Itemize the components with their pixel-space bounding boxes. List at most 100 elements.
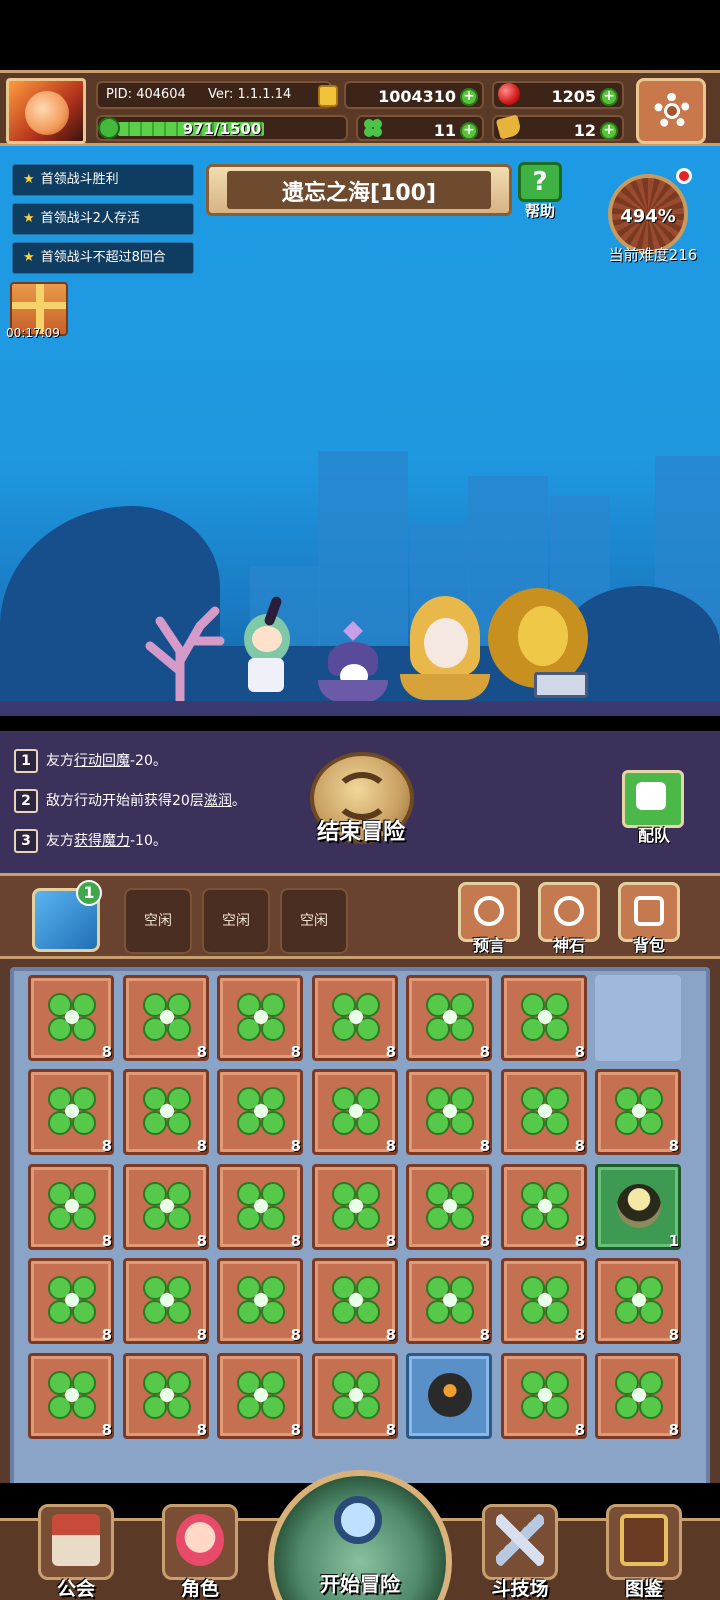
- inventory-slot-clover[interactable]: 8: [123, 1353, 209, 1439]
- empty-slot[interactable]: 空闲: [280, 888, 348, 954]
- stage-title-banner: 遗忘之海[100]: [206, 164, 512, 216]
- help-button[interactable]: ? 帮助: [514, 162, 566, 220]
- backpack-button[interactable]: 背包: [614, 882, 684, 958]
- inventory-slot-clover[interactable]: 8: [217, 1353, 303, 1439]
- inventory-slot-clover[interactable]: 8: [501, 1069, 587, 1155]
- inventory-slot-clover[interactable]: 8: [501, 975, 587, 1061]
- nav-codex[interactable]: 图鉴: [594, 1498, 694, 1600]
- inventory-slot-clover[interactable]: 8: [312, 1258, 398, 1344]
- magnifier-icon: [334, 1496, 382, 1544]
- inventory-slot-clover[interactable]: 8: [123, 1258, 209, 1344]
- settings-button[interactable]: [636, 78, 706, 144]
- item-count: 8: [101, 1232, 112, 1250]
- difficulty-gauge[interactable]: 494%: [604, 162, 694, 254]
- inventory-slot-cauldron[interactable]: [406, 1353, 492, 1439]
- item-count: 8: [101, 1043, 112, 1061]
- item-count: 8: [385, 1232, 396, 1250]
- inventory-slot-clover[interactable]: 8: [123, 1069, 209, 1155]
- add-gems-button[interactable]: +: [600, 88, 618, 106]
- inventory-slot-clover[interactable]: 8: [501, 1258, 587, 1344]
- inventory-slot-clover[interactable]: 8: [406, 1164, 492, 1250]
- inventory-slot-clover[interactable]: 8: [217, 1164, 303, 1250]
- item-count: 8: [290, 1137, 301, 1155]
- map-badge: 1: [76, 880, 102, 906]
- enemy-golden-shell-boss[interactable]: [478, 586, 598, 706]
- gift-timer: 00:17:09: [6, 326, 60, 340]
- item-count: 1: [668, 1232, 679, 1250]
- clover-icon: [332, 1276, 380, 1324]
- item-count: 8: [290, 1043, 301, 1061]
- inventory-slot-clover[interactable]: 8: [28, 975, 114, 1061]
- inventory-slot-clover[interactable]: 8: [217, 1258, 303, 1344]
- book-icon: [620, 1514, 668, 1566]
- inventory-slot-clover[interactable]: 8: [123, 975, 209, 1061]
- item-count: 8: [290, 1326, 301, 1344]
- clover-icon: [143, 993, 191, 1041]
- stage-title: 遗忘之海[100]: [281, 181, 437, 206]
- inventory-slot-empty[interactable]: [595, 975, 681, 1061]
- inventory-slot-clover[interactable]: 8: [217, 1069, 303, 1155]
- nav-guild[interactable]: 公会: [26, 1498, 126, 1600]
- end-adventure-button[interactable]: 结束冒险: [302, 752, 420, 856]
- clover-icon: [332, 1182, 380, 1230]
- nav-character[interactable]: 角色: [150, 1498, 250, 1600]
- nav-arena[interactable]: 斗技场: [470, 1498, 570, 1600]
- item-count: 8: [385, 1137, 396, 1155]
- inventory-slot-clover[interactable]: 8: [595, 1069, 681, 1155]
- clover-icon: [48, 1087, 96, 1135]
- enemy-pearl-princess[interactable]: [400, 596, 490, 701]
- inventory-slot-clover[interactable]: 8: [406, 1258, 492, 1344]
- inventory-slot-clover[interactable]: 8: [28, 1069, 114, 1155]
- coin-amount: 1004310: [378, 87, 456, 106]
- control-bar: 1 空闲 空闲 空闲 预言 神石 背包: [0, 873, 720, 959]
- inventory-slot-clover[interactable]: 8: [312, 975, 398, 1061]
- inventory-slot-clover[interactable]: 8: [406, 1069, 492, 1155]
- key-amount: 12: [573, 121, 596, 140]
- inventory-slot-clover[interactable]: 8: [595, 1258, 681, 1344]
- inventory-slot-clover[interactable]: 8: [312, 1164, 398, 1250]
- empty-slot[interactable]: 空闲: [124, 888, 192, 954]
- player-info-panel: PID: 404604 Ver: 1.1.1.14: [96, 81, 332, 109]
- inventory-slot-clover[interactable]: 8: [501, 1164, 587, 1250]
- clover-icon: [615, 1087, 663, 1135]
- item-count: 8: [479, 1043, 490, 1061]
- clover-icon: [521, 1087, 569, 1135]
- hero-bunny-girl[interactable]: [230, 595, 300, 696]
- nav-start-adventure[interactable]: 开始冒险: [268, 1470, 452, 1600]
- relic-icon: [617, 1184, 661, 1228]
- clover-icon: [237, 1371, 285, 1419]
- inventory-slot-relic[interactable]: 1: [595, 1164, 681, 1250]
- inventory-slot-clover[interactable]: 8: [312, 1069, 398, 1155]
- inventory-slot-clover[interactable]: 8: [123, 1164, 209, 1250]
- prophecy-button[interactable]: 预言: [454, 882, 524, 958]
- gem-amount: 1205: [551, 87, 596, 106]
- player-avatar[interactable]: [6, 78, 86, 144]
- add-keys-button[interactable]: +: [600, 122, 618, 140]
- item-count: 8: [668, 1326, 679, 1344]
- add-coins-button[interactable]: +: [460, 88, 478, 106]
- enemy-pearl-clam[interactable]: [318, 621, 388, 704]
- clover-icon: [426, 1182, 474, 1230]
- divine-stone-button[interactable]: 神石: [534, 882, 604, 958]
- prophecy-icon: [474, 896, 504, 926]
- add-clovers-button[interactable]: +: [460, 122, 478, 140]
- log-entry: 3 友方获得魔力-10。: [14, 827, 167, 855]
- inventory-slot-clover[interactable]: 8: [595, 1353, 681, 1439]
- inventory-slot-clover[interactable]: 8: [28, 1258, 114, 1344]
- empty-slot[interactable]: 空闲: [202, 888, 270, 954]
- inventory-slot-clover[interactable]: 8: [28, 1353, 114, 1439]
- inventory-slot-clover[interactable]: 8: [501, 1353, 587, 1439]
- notification-dot: [676, 168, 692, 184]
- inventory-slot-clover[interactable]: 8: [28, 1164, 114, 1250]
- item-count: 8: [574, 1043, 585, 1061]
- clover-icon: [237, 1087, 285, 1135]
- inventory-slot-clover[interactable]: 8: [312, 1353, 398, 1439]
- inventory-slot-clover[interactable]: 8: [217, 975, 303, 1061]
- item-count: 8: [574, 1421, 585, 1439]
- clover-icon: [143, 1087, 191, 1135]
- team-setup-button[interactable]: 配队: [620, 770, 688, 845]
- clover-icon: [615, 1276, 663, 1324]
- clover-icon: [521, 1276, 569, 1324]
- inventory-slot-clover[interactable]: 8: [406, 975, 492, 1061]
- clover-icon: [48, 1371, 96, 1419]
